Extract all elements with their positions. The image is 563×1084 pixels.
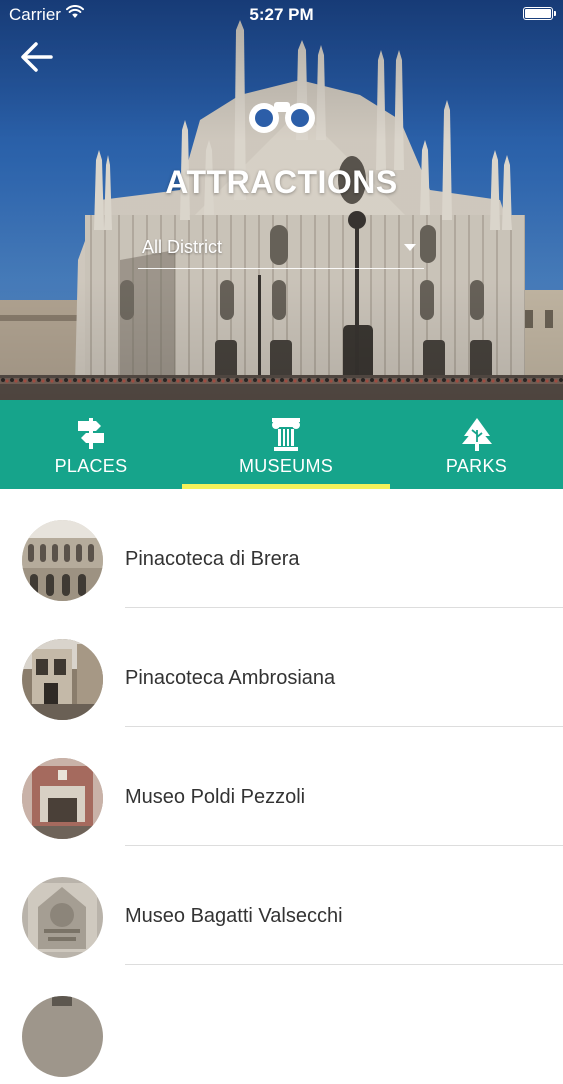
column-icon [272,418,300,451]
arrow-left-icon [21,42,53,72]
list-item-title: Pinacoteca di Brera [125,548,300,570]
tab-museums-label: MUSEUMS [238,456,334,476]
category-tab-bar: PLACES MUSEUMS PARKS [0,400,563,489]
tab-places-label: PLACES [54,456,128,476]
caret-down-icon [404,244,416,251]
status-bar: Carrier 5:27 PM [0,0,563,30]
tab-parks-label: PARKS [445,456,508,476]
tab-places[interactable]: PLACES [0,400,182,489]
hero-header: Carrier 5:27 PM ATTRACTIONS All District [0,0,563,400]
museum-list: Pinacoteca di Brera Pinacoteca Ambrosian… [0,489,563,1077]
list-item-thumbnail [22,639,103,720]
binoculars-icon [249,102,315,133]
list-item-thumbnail [22,520,103,601]
signpost-icon [78,418,104,449]
clock: 5:27 PM [249,5,314,24]
page-title: ATTRACTIONS [165,164,398,200]
list-item[interactable]: Pinacoteca Ambrosiana [0,608,563,727]
list-item-thumbnail [22,758,103,839]
list-item[interactable]: Museo Bagatti Valsecchi [0,846,563,965]
list-item-title: Pinacoteca Ambrosiana [125,667,336,689]
tab-museums[interactable]: MUSEUMS [182,400,390,489]
back-button[interactable] [18,38,60,78]
district-dropdown[interactable]: All District [138,232,424,269]
list-item-thumbnail [22,877,103,958]
list-item[interactable] [0,965,563,1084]
tab-parks[interactable]: PARKS [390,400,563,489]
tree-icon [461,418,492,451]
battery-icon [523,7,556,20]
list-item[interactable]: Pinacoteca di Brera [0,489,563,608]
list-item-title: Museo Bagatti Valsecchi [125,905,343,927]
district-dropdown-value: All District [142,237,222,257]
list-item-title: Museo Poldi Pezzoli [125,786,306,808]
list-item[interactable]: Museo Poldi Pezzoli [0,727,563,846]
list-item-thumbnail [22,996,103,1077]
